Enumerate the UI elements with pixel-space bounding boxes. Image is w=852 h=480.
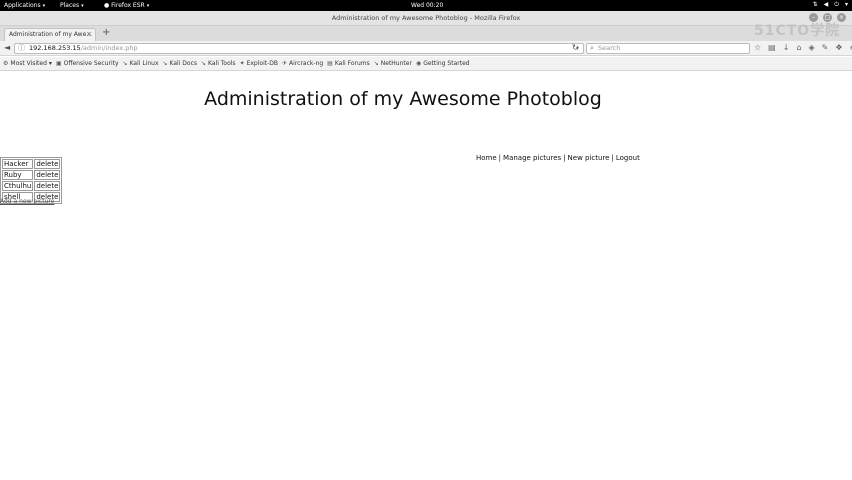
new-tab-button[interactable]: + bbox=[102, 27, 110, 38]
reload-icon[interactable]: ↻ bbox=[572, 43, 579, 52]
forum-icon: ▤ bbox=[327, 60, 333, 67]
bookmark-offensive-security[interactable]: ▣ Offensive Security bbox=[56, 60, 119, 67]
bookmark-label: Aircrack-ng bbox=[289, 60, 324, 67]
volume-icon[interactable]: ◀ bbox=[824, 1, 829, 9]
menu-separator: | bbox=[611, 154, 614, 162]
firefox-icon: ● bbox=[104, 2, 110, 9]
picture-name: Cthulhu bbox=[2, 181, 34, 191]
active-app-menu[interactable]: ● Firefox ESR ▾ bbox=[104, 2, 149, 9]
window-title: Administration of my Awesome Photoblog -… bbox=[331, 14, 521, 22]
bookmark-most-visited[interactable]: ⚙ Most Visited ▾ bbox=[3, 60, 52, 67]
kali-icon: ↘ bbox=[201, 60, 207, 67]
active-app-label: Firefox ESR bbox=[111, 2, 145, 9]
admin-menu: Home | Manage pictures | New picture | Logout bbox=[476, 154, 640, 162]
bookmarks-toolbar: ⚙ Most Visited ▾ ▣ Offensive Security ↘ Kali… bbox=[0, 57, 852, 71]
bookmark-label: NetHunter bbox=[380, 60, 412, 67]
menu-logout-link[interactable]: Logout bbox=[616, 154, 640, 162]
reading-list-icon[interactable]: ▤ bbox=[768, 43, 776, 52]
caret-down-icon[interactable]: ▾ bbox=[845, 1, 848, 9]
table-row: Cthulhu delete bbox=[2, 181, 61, 191]
table-row: Hacker delete bbox=[2, 159, 61, 169]
places-label: Places bbox=[60, 2, 80, 9]
applications-label: Applications bbox=[4, 2, 41, 9]
delete-link[interactable]: delete bbox=[36, 182, 58, 190]
page-title: Administration of my Awesome Photoblog bbox=[204, 88, 602, 110]
pictures-table: Hacker delete Ruby delete Cthulhu delete… bbox=[0, 157, 63, 204]
browser-tab[interactable]: Administration of my Awe... × bbox=[4, 28, 96, 41]
add-new-picture-link[interactable]: Add a new picture bbox=[0, 198, 54, 205]
bookmark-getting-started[interactable]: ◉ Getting Started bbox=[416, 60, 470, 67]
gear-icon: ⚙ bbox=[3, 60, 9, 67]
action-cell: delete bbox=[34, 159, 61, 169]
menu-manage-pictures-link[interactable]: Manage pictures bbox=[503, 154, 561, 162]
bookmark-kali-forums[interactable]: ▤ Kali Forums bbox=[327, 60, 370, 67]
picture-name: Ruby bbox=[2, 170, 34, 180]
page-content: Administration of my Awesome Photoblog H… bbox=[0, 71, 852, 480]
bookmark-label: Kali Linux bbox=[129, 60, 159, 67]
home-icon[interactable]: ⌂ bbox=[796, 43, 801, 52]
menu-home-link[interactable]: Home bbox=[476, 154, 497, 162]
bookmark-label: Offensive Security bbox=[63, 60, 119, 67]
action-cell: delete bbox=[34, 170, 61, 180]
system-top-bar: Applications ▾ Places ▾ ● Firefox ESR ▾ Wed… bbox=[0, 0, 852, 11]
menu-separator: | bbox=[498, 154, 502, 162]
bookmark-star-icon[interactable]: ☆ bbox=[754, 43, 761, 52]
watermark-logo: 51CTO学院 bbox=[754, 23, 841, 39]
kali-icon: ↘ bbox=[373, 60, 379, 67]
exploitdb-icon: ✦ bbox=[239, 60, 245, 67]
bookmark-exploit-db[interactable]: ✦ Exploit-DB bbox=[240, 60, 278, 67]
caret-down-icon: ▾ bbox=[146, 3, 150, 9]
bookmark-label: Kali Docs bbox=[169, 60, 197, 67]
kali-icon: ↘ bbox=[162, 60, 168, 67]
bookmark-kali-docs[interactable]: ↘ Kali Docs bbox=[163, 60, 198, 67]
delete-link[interactable]: delete bbox=[36, 171, 58, 179]
network-icon[interactable]: ⇅ bbox=[813, 1, 818, 9]
search-input[interactable]: ⌕ Search bbox=[586, 43, 750, 54]
places-menu[interactable]: Places ▾ bbox=[60, 2, 84, 9]
bookmark-label: Kali Forums bbox=[334, 60, 370, 67]
bookmark-nethunter[interactable]: ↘ NetHunter bbox=[374, 60, 412, 67]
url-path: /admin/index.php bbox=[80, 44, 138, 52]
info-icon[interactable]: ⓘ bbox=[18, 44, 25, 53]
firefox-icon: ◉ bbox=[415, 60, 422, 67]
bookmark-label: Most Visited bbox=[10, 60, 47, 67]
bookmark-label: Getting Started bbox=[423, 60, 470, 67]
back-button[interactable]: ◄ bbox=[4, 43, 10, 52]
bookmark-label: Kali Tools bbox=[208, 60, 236, 67]
caret-down-icon: ▾ bbox=[48, 60, 52, 67]
delete-link[interactable]: delete bbox=[36, 160, 58, 168]
picture-name: Hacker bbox=[2, 159, 34, 169]
clock[interactable]: Wed 00:20 bbox=[411, 2, 443, 9]
bookmark-aircrack-ng[interactable]: ✈ Aircrack-ng bbox=[282, 60, 323, 67]
window-title-bar: Administration of my Awesome Photoblog -… bbox=[0, 11, 852, 26]
close-tab-icon[interactable]: × bbox=[86, 30, 92, 38]
url-bar[interactable]: ⓘ 192.168.253.15/admin/index.php ▾ bbox=[14, 43, 584, 54]
action-cell: delete bbox=[34, 181, 61, 191]
search-placeholder: Search bbox=[598, 44, 621, 52]
power-icon[interactable]: ⏻ bbox=[834, 1, 839, 9]
table-row: Ruby delete bbox=[2, 170, 61, 180]
url-host: 192.168.253.15 bbox=[29, 44, 81, 52]
menu-new-picture-link[interactable]: New picture bbox=[568, 154, 610, 162]
kali-icon: ↘ bbox=[122, 60, 128, 67]
aircrack-icon: ✈ bbox=[282, 60, 288, 67]
search-icon: ⌕ bbox=[590, 44, 594, 52]
caret-down-icon: ▾ bbox=[42, 3, 46, 9]
addon-icon[interactable]: ✎ bbox=[822, 43, 829, 52]
applications-menu[interactable]: Applications ▾ bbox=[4, 2, 45, 9]
navigation-bar: ◄ ⓘ 192.168.253.15/admin/index.php ▾ ↻ ⌕… bbox=[0, 41, 852, 56]
pocket-icon[interactable]: ◈ bbox=[809, 43, 815, 52]
offsec-icon: ▣ bbox=[55, 60, 62, 67]
bookmark-kali-linux[interactable]: ↘ Kali Linux bbox=[123, 60, 159, 67]
caret-down-icon: ▾ bbox=[81, 3, 84, 9]
menu-separator: | bbox=[563, 154, 566, 162]
download-icon[interactable]: ↓ bbox=[783, 43, 790, 52]
bookmark-label: Exploit-DB bbox=[246, 60, 279, 67]
tab-label: Administration of my Awe... bbox=[9, 31, 92, 38]
tab-strip: Administration of my Awe... × + bbox=[0, 26, 852, 41]
bookmark-kali-tools[interactable]: ↘ Kali Tools bbox=[201, 60, 236, 67]
extension-icon[interactable]: ❖ bbox=[835, 43, 842, 52]
